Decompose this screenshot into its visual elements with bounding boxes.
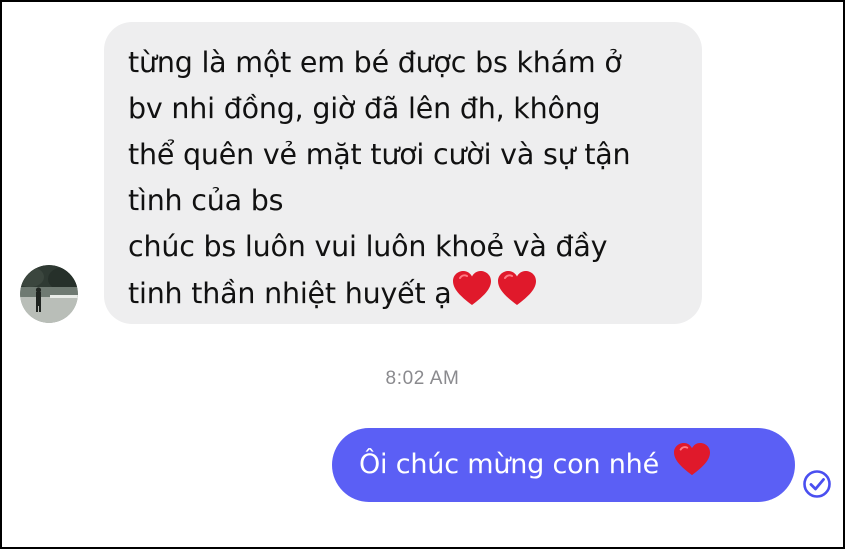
red-heart-icon [673,433,711,507]
message-line: thể quên vẻ mặt tươi cười và sự tận [128,138,631,171]
message-line-text: tinh thần nhiệt huyết ạ [128,277,452,310]
message-line: bv nhi đồng, giờ đã lên đh, không [128,92,601,125]
red-heart-icon [452,270,492,322]
red-heart-icon [497,270,537,322]
message-line: từng là một em bé được bs khám ở [128,46,622,79]
message-line-last: tinh thần nhiệt huyết ạ [128,270,680,322]
chat-view: từng là một em bé được bs khám ở bv nhi … [0,0,845,549]
message-timestamp: 8:02 AM [385,368,460,389]
outgoing-message-bubble[interactable]: Ôi chúc mừng con nhé [332,428,795,502]
contact-avatar[interactable] [20,265,78,323]
read-check-icon [802,469,832,499]
message-line: chúc bs luôn vui luôn khoẻ và đầy [128,230,608,263]
outgoing-message-text: Ôi chúc mừng con nhé [359,449,659,480]
message-line: tình của bs [128,184,284,217]
incoming-message-bubble[interactable]: từng là một em bé được bs khám ở bv nhi … [104,22,702,324]
avatar-photo [20,265,78,323]
